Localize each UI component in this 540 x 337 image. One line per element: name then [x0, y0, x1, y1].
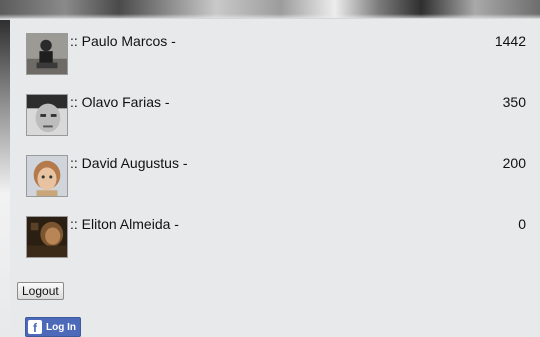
player-name: :: Paulo Marcos - [70, 33, 176, 49]
leaderboard-row: :: David Augustus - 200 [26, 155, 526, 199]
left-edge-decoration [0, 20, 10, 336]
leaderboard-row: :: Paulo Marcos - 1442 [26, 33, 526, 77]
avatar-photo-icon [27, 34, 67, 74]
user-avatar[interactable] [26, 155, 68, 197]
user-avatar[interactable] [26, 33, 68, 75]
facebook-icon: f [28, 320, 42, 335]
player-score: 1442 [494, 33, 526, 49]
player-name: :: David Augustus - [70, 155, 188, 171]
leaderboard-row: :: Olavo Farias - 350 [26, 94, 526, 138]
player-score: 0 [518, 216, 526, 232]
player-score: 200 [502, 155, 526, 171]
player-score: 350 [502, 94, 526, 110]
facebook-login-label: Log In [46, 322, 76, 333]
user-avatar[interactable] [26, 216, 68, 258]
logout-button[interactable]: Logout [17, 282, 64, 300]
leaderboard-panel: :: Paulo Marcos - 1442 :: Olavo Farias -… [10, 18, 540, 337]
avatar-photo-icon [27, 95, 67, 135]
player-name: :: Olavo Farias - [70, 94, 170, 110]
user-avatar[interactable] [26, 94, 68, 136]
top-banner [0, 0, 540, 20]
player-name: :: Eliton Almeida - [70, 216, 179, 232]
avatar-photo-icon [27, 217, 67, 257]
leaderboard-row: :: Eliton Almeida - 0 [26, 216, 526, 260]
facebook-login-button[interactable]: f Log In [25, 317, 81, 337]
avatar-photo-icon [27, 156, 67, 196]
